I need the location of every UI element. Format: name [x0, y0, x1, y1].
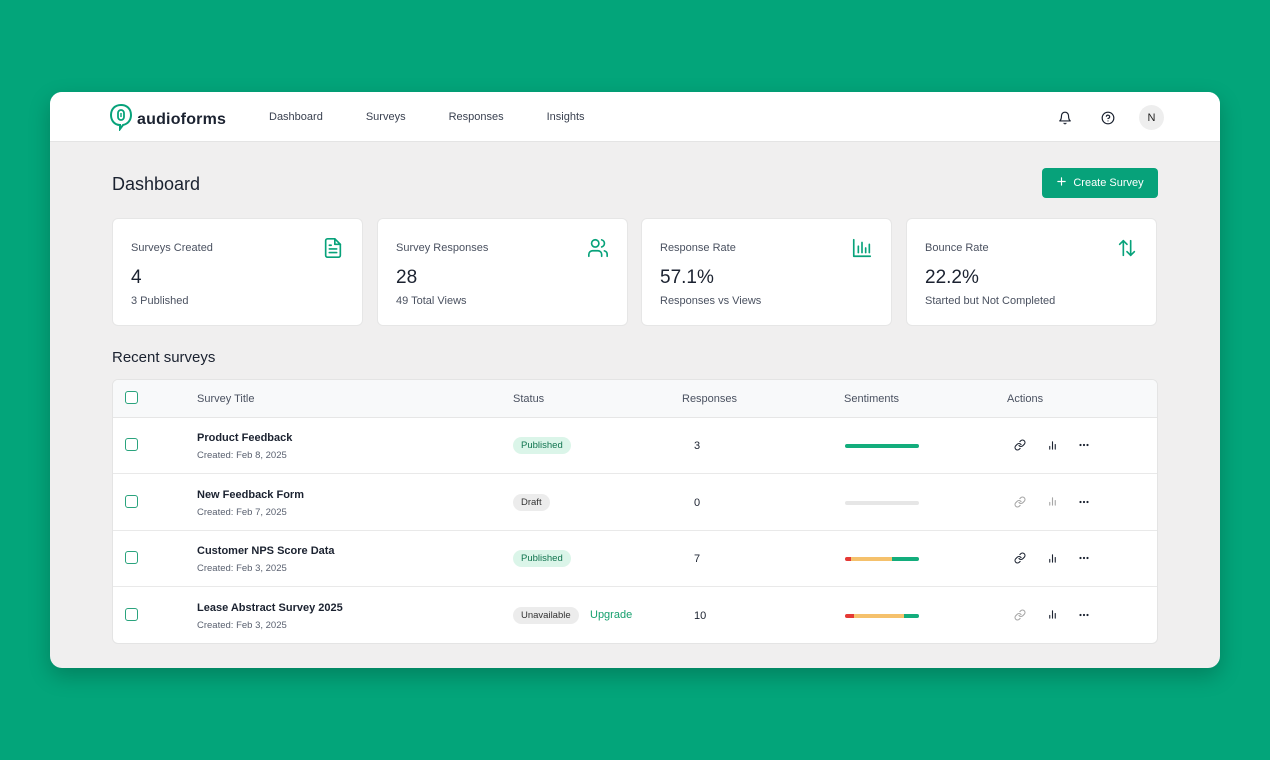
sentiment-neutral-segment	[850, 557, 893, 561]
create-survey-label: Create Survey	[1073, 177, 1144, 189]
survey-title[interactable]: Customer NPS Score Data	[197, 545, 335, 557]
create-survey-button[interactable]: Create Survey	[1042, 168, 1158, 198]
link-icon[interactable]	[1011, 606, 1029, 624]
status-badge: Draft	[513, 493, 550, 511]
users-icon	[587, 237, 609, 259]
analytics-icon[interactable]	[1043, 606, 1061, 624]
more-icon[interactable]	[1075, 549, 1093, 567]
bell-icon[interactable]	[1053, 106, 1077, 130]
row-actions	[1011, 606, 1093, 624]
more-icon[interactable]	[1075, 606, 1093, 624]
stat-sub: Responses vs Views	[660, 295, 762, 307]
link-icon[interactable]	[1011, 549, 1029, 567]
row-checkbox[interactable]	[125, 438, 138, 451]
table-row[interactable]: New Feedback Form Created: Feb 7, 2025 D…	[113, 475, 1157, 531]
analytics-icon[interactable]	[1043, 549, 1061, 567]
top-navbar: audioforms Dashboard Surveys Responses I…	[50, 92, 1220, 142]
stat-label: Surveys Created	[131, 242, 213, 254]
page-title: Dashboard	[112, 174, 201, 194]
created-date: Created: Feb 7, 2025	[197, 506, 287, 518]
stat-card-survey-responses: Survey Responses 28 49 Total Views	[377, 218, 628, 326]
arrows-up-down-icon	[1116, 237, 1138, 259]
avatar[interactable]: N	[1139, 105, 1164, 130]
nav-dashboard[interactable]: Dashboard	[269, 111, 323, 123]
link-icon[interactable]	[1011, 436, 1029, 454]
plus-icon	[1056, 176, 1067, 190]
table-header: Survey Title Status Responses Sentiments…	[113, 380, 1157, 418]
table-row[interactable]: Lease Abstract Survey 2025 Created: Feb …	[113, 588, 1157, 644]
stat-card-response-rate: Response Rate 57.1% Responses vs Views	[641, 218, 892, 326]
recent-surveys-table: Survey Title Status Responses Sentiments…	[112, 379, 1158, 644]
response-count: 7	[694, 553, 701, 565]
stat-label: Bounce Rate	[925, 242, 989, 254]
logo-icon	[109, 103, 133, 136]
column-header-sentiments[interactable]: Sentiments	[844, 393, 899, 405]
survey-title[interactable]: Product Feedback	[197, 432, 292, 444]
stat-value: 28	[396, 267, 418, 288]
survey-title[interactable]: New Feedback Form	[197, 489, 304, 501]
response-count: 10	[694, 609, 707, 622]
recent-surveys-title: Recent surveys	[112, 349, 216, 366]
row-actions	[1011, 436, 1093, 454]
analytics-icon[interactable]	[1043, 493, 1061, 511]
stat-sub: Started but Not Completed	[925, 295, 1056, 307]
status-badge: Unavailable	[513, 606, 579, 624]
response-count: 3	[694, 440, 701, 452]
header-actions: N	[1053, 105, 1164, 130]
nav-insights[interactable]: Insights	[547, 111, 585, 123]
sentiment-positive-segment	[904, 613, 919, 618]
table-row[interactable]: Product Feedback Created: Feb 8, 2025 Pu…	[113, 418, 1157, 474]
sentiment-bar	[845, 613, 919, 618]
more-icon[interactable]	[1075, 493, 1093, 511]
document-icon	[322, 237, 344, 259]
more-icon[interactable]	[1075, 436, 1093, 454]
sentiment-positive-segment	[845, 444, 919, 448]
sentiment-bar	[845, 500, 919, 505]
column-header-actions: Actions	[1007, 393, 1044, 405]
column-header-title[interactable]: Survey Title	[197, 393, 254, 405]
stat-card-surveys-created: Surveys Created 4 3 Published	[112, 218, 363, 326]
created-date: Created: Feb 3, 2025	[197, 619, 287, 631]
column-header-status[interactable]: Status	[513, 393, 544, 405]
main-nav: Dashboard Surveys Responses Insights	[269, 92, 628, 142]
sentiment-neutral-segment	[853, 613, 905, 618]
stat-sub: 49 Total Views	[396, 295, 467, 307]
stat-card-bounce-rate: Bounce Rate 22.2% Started but Not Comple…	[906, 218, 1157, 326]
column-header-responses[interactable]: Responses	[682, 393, 737, 405]
app-window: audioforms Dashboard Surveys Responses I…	[50, 92, 1220, 668]
row-checkbox[interactable]	[125, 551, 138, 564]
row-checkbox[interactable]	[125, 607, 138, 621]
sentiment-positive-segment	[892, 557, 919, 561]
link-icon[interactable]	[1011, 493, 1029, 511]
stat-value: 22.2%	[925, 267, 979, 288]
stat-label: Response Rate	[660, 242, 736, 254]
stat-value: 57.1%	[660, 267, 714, 288]
analytics-icon[interactable]	[1043, 436, 1061, 454]
nav-surveys[interactable]: Surveys	[366, 111, 406, 123]
row-checkbox[interactable]	[125, 494, 138, 508]
table-row[interactable]: Customer NPS Score Data Created: Feb 3, …	[113, 531, 1157, 587]
status-badge: Published	[513, 437, 571, 454]
bar-chart-icon	[851, 237, 873, 259]
sentiment-bar	[845, 444, 919, 448]
row-actions	[1011, 493, 1093, 511]
stat-sub: 3 Published	[131, 295, 189, 307]
sentiment-bar	[845, 557, 919, 561]
logo[interactable]: audioforms	[109, 103, 226, 136]
created-date: Created: Feb 8, 2025	[197, 450, 287, 461]
status-badge: Published	[513, 550, 571, 567]
upgrade-link[interactable]: Upgrade	[590, 609, 632, 621]
stat-label: Survey Responses	[396, 242, 489, 254]
select-all-checkbox[interactable]	[125, 391, 138, 404]
survey-title[interactable]: Lease Abstract Survey 2025	[197, 602, 343, 614]
response-count: 0	[694, 496, 701, 509]
nav-responses[interactable]: Responses	[449, 111, 504, 123]
sentiment-negative-segment	[845, 613, 854, 618]
stat-value: 4	[131, 267, 142, 288]
row-actions	[1011, 549, 1093, 567]
logo-text: audioforms	[137, 110, 227, 128]
created-date: Created: Feb 3, 2025	[197, 563, 287, 574]
help-icon[interactable]	[1096, 106, 1120, 130]
